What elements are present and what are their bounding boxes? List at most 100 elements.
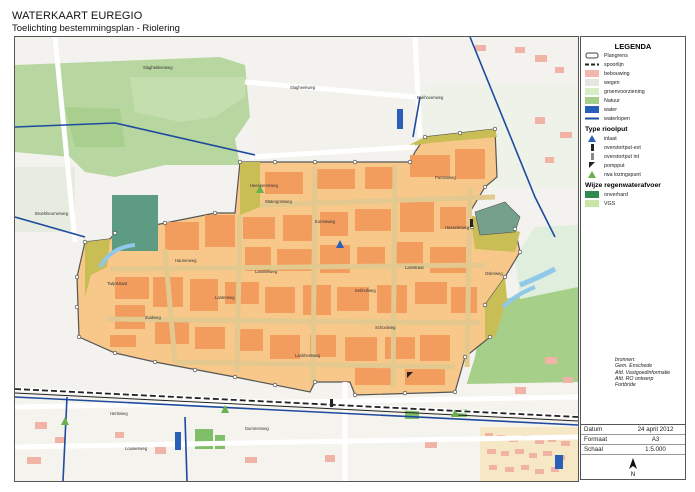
info-value: A3	[651, 436, 660, 443]
street-label-oslerweg: Oslerweg	[485, 271, 503, 276]
green-strip-north	[240, 162, 260, 215]
legend-item-pompput: pompput	[585, 161, 685, 170]
rwa-lozingspunt-icon	[585, 171, 599, 178]
legend-label: spoorlijn	[604, 61, 624, 68]
legend-section-rioolput: Type rioolput	[585, 126, 628, 133]
legend-panel: LEGENDA Plangrens spoorlijn bebouwing we…	[580, 36, 686, 480]
water-south	[175, 432, 181, 450]
groenvoorziening-swatch	[585, 88, 599, 95]
street-label-lanterweg: Lanterweg	[215, 295, 235, 300]
legend-label: rwa lozingspunt	[604, 171, 641, 178]
info-value: 1:5.000	[645, 446, 666, 453]
legend-section-regenwaterafvoer: Wijze regenwaterafvoer	[585, 182, 661, 189]
street-label-eekhofweg: Eekhofweg	[355, 288, 376, 293]
north-arrow-block: N	[581, 455, 685, 479]
legend-label: groenvoorziening	[604, 88, 645, 95]
legend-item-plangrens: Plangrens	[585, 51, 685, 60]
legend-item-overstortput-int: overstortput int	[585, 152, 685, 161]
info-row-datum: Datum 24 april 2012	[581, 425, 685, 435]
water-north	[397, 109, 403, 129]
onverhard-area[interactable]	[112, 195, 158, 251]
bebouwing-swatch	[585, 70, 599, 77]
street-label-slaghekkenweg: Slaghekkenweg	[143, 65, 173, 70]
legend-item-spoorlijn: spoorlijn	[585, 60, 685, 69]
legend-label: bebouwing	[604, 70, 630, 77]
north-arrow-icon: N	[629, 458, 637, 477]
overstortput-int-icon	[585, 153, 599, 160]
map-info-table: Datum 24 april 2012 Formaat A3 Schaal 1:…	[581, 424, 685, 479]
overstortput-ext-icon	[585, 144, 599, 151]
overstortput-ext-marker	[330, 399, 333, 407]
legend-item-waterlopen: waterlopen	[585, 114, 685, 123]
onverhard-swatch	[585, 191, 599, 198]
street-label-hasselerweg: Hasselerweg	[445, 225, 470, 230]
field-west	[15, 167, 75, 232]
street-label-schoolweg: Schoolweg	[375, 325, 396, 330]
legend-label: water	[604, 106, 617, 113]
info-row-schaal: Schaal 1:5.000	[581, 445, 685, 455]
legend-label: Plangrens	[604, 52, 628, 59]
legend-item-overstortput-ext: overstortput-ext	[585, 143, 685, 152]
waterlopen-icon	[585, 115, 599, 122]
map-svg[interactable]: Slaghekkenweg Slagheekweg Bakhovenweg Br…	[15, 37, 578, 481]
street-label-lankheetweg: Lankheetweg	[295, 353, 321, 358]
legend-label: waterlopen	[604, 115, 630, 122]
street-label-dummerweg: Dummerweg	[245, 426, 269, 431]
legend-label: Natuur	[604, 97, 620, 104]
street-label-zuidweg: Zuidweg	[145, 315, 161, 320]
vgs-swatch	[585, 200, 599, 207]
source-line: Fortbride	[615, 382, 636, 389]
legend-item-water: water	[585, 105, 685, 114]
natuur-swatch	[585, 97, 599, 104]
title-block: WATERKAART EUREGIO Toelichting bestemmin…	[12, 10, 180, 34]
water-southeast	[555, 455, 563, 469]
pompput-icon	[585, 162, 599, 169]
overstortput-ext-marker	[470, 219, 473, 227]
legend-label: onverhard	[604, 191, 628, 198]
legend-label: overstortput int	[604, 153, 640, 160]
street-label-lansinkweg: Lansinkweg	[255, 269, 278, 274]
legend-item-natuur: Natuur	[585, 96, 685, 105]
wegen-swatch	[585, 79, 599, 86]
street-label-heeckerenweg: Heeckerenweg	[250, 183, 279, 188]
street-label-pantosweg: Pantosweg	[435, 175, 456, 180]
legend-title: LEGENDA	[614, 42, 652, 51]
street-label-watergorsweg: Watergorsweg	[265, 199, 293, 204]
legend-label: inlaat	[604, 135, 617, 142]
map-title: WATERKAART EUREGIO	[12, 10, 143, 22]
map-canvas[interactable]: Slaghekkenweg Slagheekweg Bakhovenweg Br…	[14, 36, 579, 482]
legend-item-wegen: wegen	[585, 78, 685, 87]
street-label-lamstraat: Lamstraat	[405, 265, 424, 270]
plangrens-icon	[585, 52, 599, 59]
legend-label: VGS	[604, 200, 616, 207]
field-northwest	[65, 107, 125, 147]
north-label: N	[631, 472, 635, 477]
info-key: Datum	[584, 426, 603, 433]
street-label-hertsweg: Hertsweg	[110, 411, 128, 416]
legend-label: wegen	[604, 79, 620, 86]
legend-item-onverhard: onverhard	[585, 190, 685, 199]
legend-item-groenvoorziening: groenvoorziening	[585, 87, 685, 96]
street-label-bakhovenweg: Bakhovenweg	[417, 95, 444, 100]
legend-item-rwa-lozingspunt: rwa lozingspunt	[585, 170, 685, 179]
legend-label: pompput	[604, 162, 625, 169]
sources-block: bronnen: Gem. Enschede Afd. Vastgoedinfo…	[615, 357, 670, 388]
street-label-twijnstraat: Twijnstraat	[107, 281, 128, 286]
info-value: 24 april 2012	[637, 426, 674, 433]
water-swatch	[585, 106, 599, 113]
legend-label: overstortput-ext	[604, 144, 641, 151]
street-label-louwesweg: Louwesweg	[125, 446, 148, 451]
street-label-eurmaweg: Eurmaweg	[315, 219, 336, 224]
info-key: Schaal	[584, 446, 603, 453]
inlaat-icon	[585, 135, 599, 142]
info-key: Formaat	[584, 436, 608, 443]
street-label-broekheurnerweg: Broekheurnerweg	[35, 211, 69, 216]
info-row-formaat: Formaat A3	[581, 435, 685, 445]
map-subtitle: Toelichting bestemmingsplan - Riolering	[12, 23, 180, 34]
legend-item-bebouwing: bebouwing	[585, 69, 685, 78]
spoorlijn-icon	[585, 61, 599, 68]
legend-item-inlaat: inlaat	[585, 134, 685, 143]
street-label-slagheekweg: Slagheekweg	[290, 85, 316, 90]
source-line: Afd. Vastgoedinformatie	[615, 369, 671, 376]
legend-item-vgs: VGS	[585, 199, 685, 208]
